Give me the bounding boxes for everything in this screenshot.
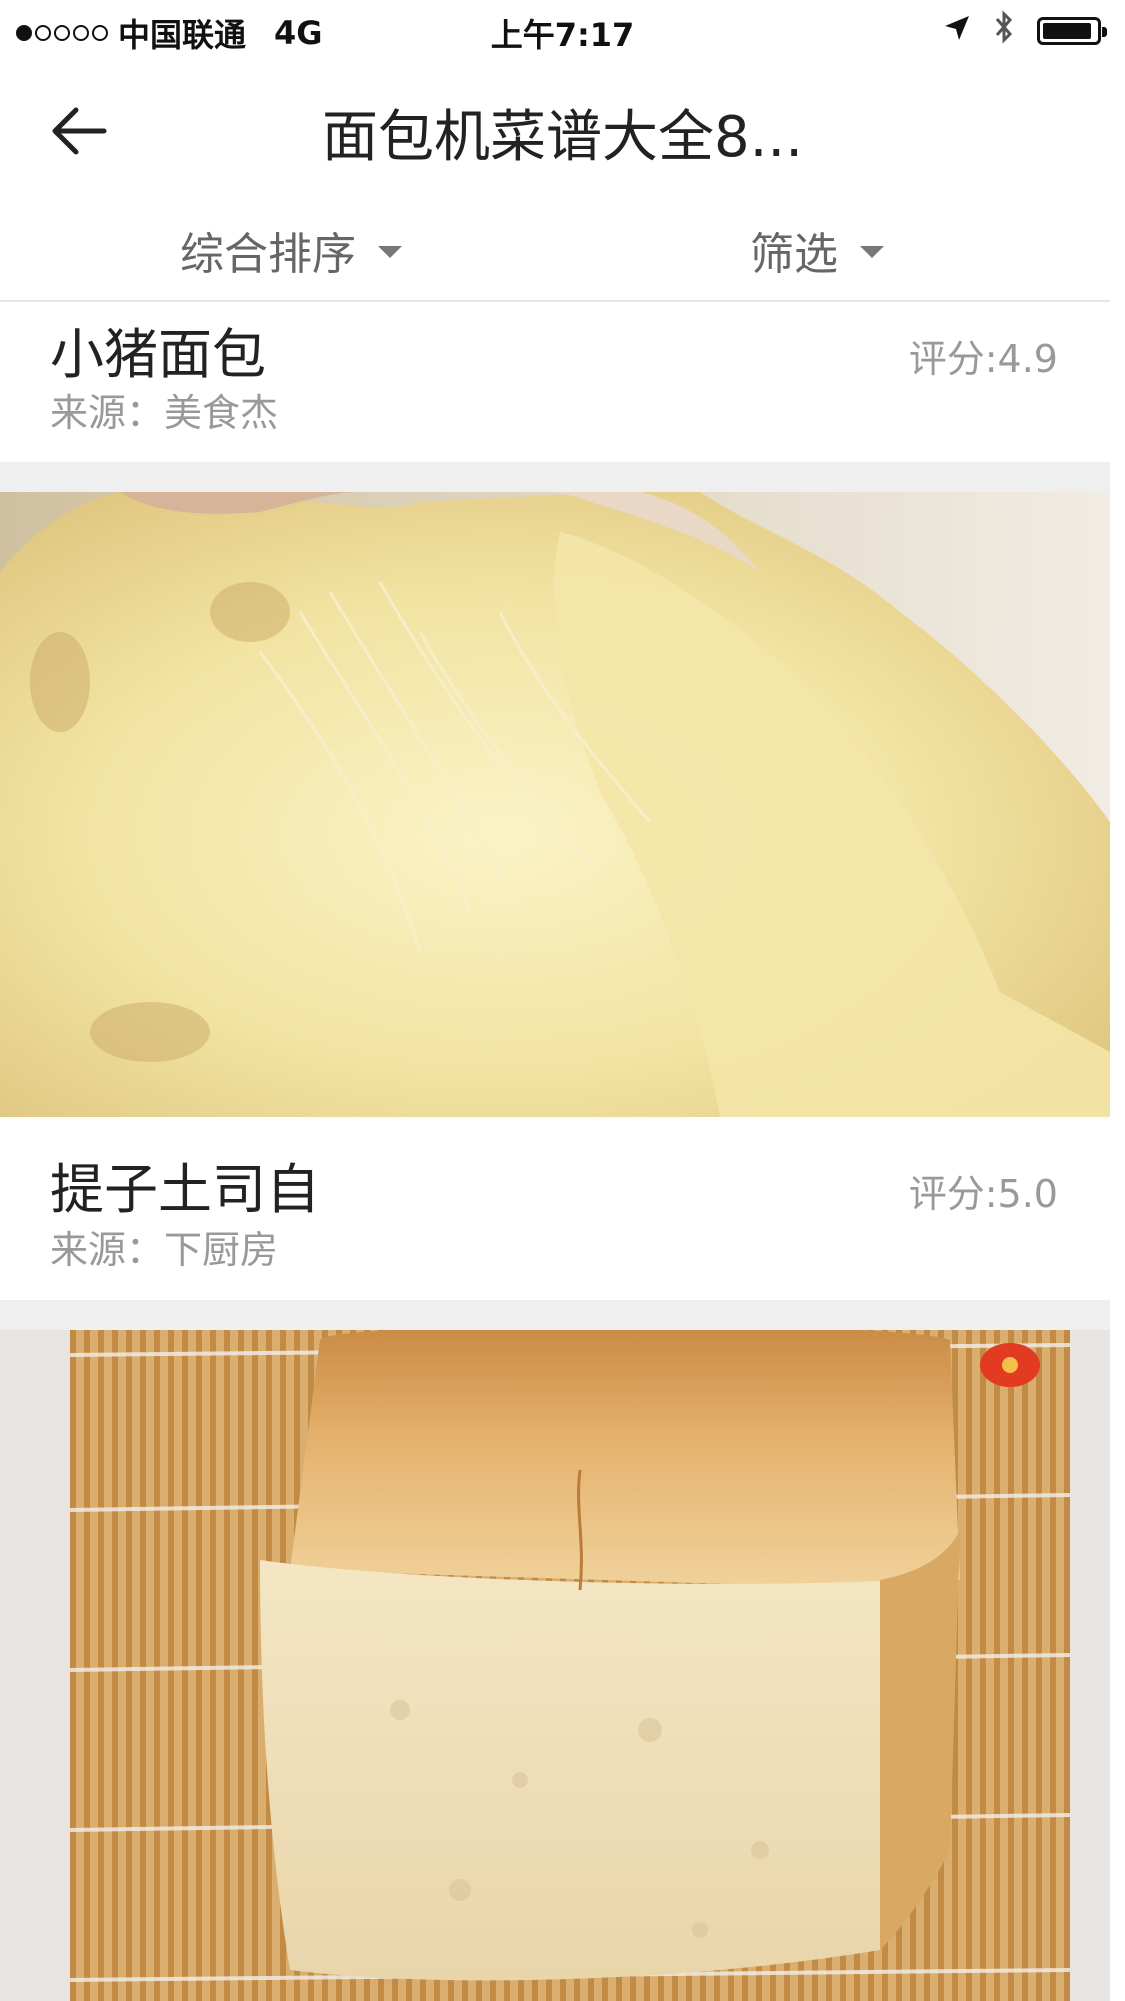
- sort-dropdown[interactable]: 综合排序: [180, 218, 402, 282]
- recipe-title: 小猪面包: [50, 323, 266, 386]
- status-bar: 中国联通 4G 上午7:17: [0, 0, 1125, 60]
- page-title: 面包机菜谱大全8...: [321, 105, 804, 170]
- status-right: [943, 10, 1107, 52]
- navigation-bar: 面包机菜谱大全8...: [0, 60, 1125, 190]
- recipe-photo[interactable]: [0, 1330, 1110, 2001]
- caret-down-icon: [860, 246, 884, 258]
- card-divider: [0, 462, 1110, 492]
- caret-down-icon: [378, 246, 402, 258]
- sort-label: 综合排序: [180, 229, 356, 280]
- recipe-rating: 评分:4.9: [908, 337, 1058, 381]
- battery-icon: [1037, 17, 1107, 45]
- location-arrow-icon: [943, 12, 971, 50]
- recipe-rating: 评分:5.0: [908, 1172, 1058, 1216]
- recipe-card[interactable]: 小猪面包 来源：美食杰 评分:4.9: [0, 302, 1110, 462]
- filter-label: 筛选: [750, 229, 838, 280]
- right-gutter: [1110, 300, 1125, 2001]
- card-divider: [0, 1300, 1110, 1330]
- filter-dropdown[interactable]: 筛选: [750, 218, 884, 282]
- recipe-title: 提子土司自: [50, 1158, 320, 1221]
- filter-bar: 综合排序 筛选: [0, 190, 1125, 302]
- recipe-photo[interactable]: [0, 492, 1110, 1117]
- recipe-source: 来源：美食杰: [50, 391, 279, 435]
- recipe-card[interactable]: 提子土司自 来源：下厨房 评分:5.0: [0, 1117, 1110, 1300]
- recipe-source: 来源：下厨房: [50, 1228, 279, 1272]
- bluetooth-icon: [993, 10, 1015, 52]
